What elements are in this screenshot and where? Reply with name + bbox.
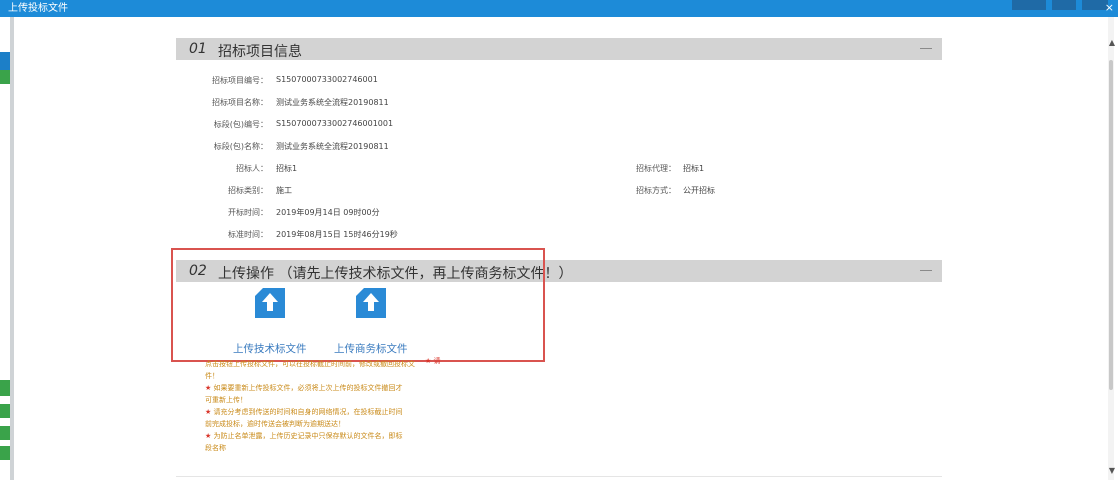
background-strip — [0, 404, 10, 418]
note-line: ★ 请充分考虑到传送的时间和自身的网络情况，在投标截止时间 — [205, 408, 403, 416]
collapse-icon[interactable] — [920, 48, 932, 49]
field-value-opening-time: 2019年09月14日 09时00分 — [276, 208, 380, 217]
field-label-tenderer: 招标人： — [236, 164, 268, 173]
window-title: 上传投标文件 — [8, 3, 68, 14]
note-line: ★ 如果要重新上传投标文件，必须将上次上传的投标文件撤回才 — [205, 384, 403, 392]
note-line: 件！ — [205, 372, 219, 380]
background-strip — [0, 446, 10, 460]
background-strip — [0, 426, 10, 440]
upload-arrow-icon[interactable] — [356, 288, 386, 318]
field-label-project-code: 招标项目编号： — [212, 76, 268, 85]
field-value-tenderer: 招标1 — [276, 164, 298, 173]
note-line: ★ 为防止名单泄露，上传历史记录中只保存默认的文件名，即标 — [205, 432, 403, 440]
scroll-up-icon[interactable]: ▲ — [1109, 38, 1115, 47]
field-label-agency: 招标代理： — [636, 164, 676, 173]
field-value-standard-time: 2019年08月15日 15时46分19秒 — [276, 230, 398, 239]
note-line: 前完成投标，逾时传送会被判断为逾期送达！ — [205, 420, 345, 428]
field-label-category: 招标类别： — [228, 186, 268, 195]
field-value-section-code: S1507000733002746001001 — [276, 119, 394, 128]
field-label-section-code: 标段(包)编号： — [213, 120, 268, 129]
field-label-opening-time: 开标时间： — [228, 208, 268, 217]
field-value-agency: 招标1 — [683, 164, 705, 173]
field-value-tender-method: 公开招标 — [683, 186, 715, 195]
section-title: 招标项目信息 — [218, 44, 302, 60]
section-header-project-info: 01 招标项目信息 — [176, 38, 942, 60]
background-strip — [0, 380, 10, 396]
background-strip — [0, 52, 10, 70]
scrollbar-thumb[interactable] — [1109, 60, 1113, 390]
section-number: 01 — [189, 41, 207, 57]
note-line: 段名称 — [205, 444, 226, 452]
field-label-tender-method: 招标方式： — [636, 186, 676, 195]
field-value-project-code: S1507000733002746001 — [276, 75, 378, 84]
scroll-down-icon[interactable]: ▼ — [1109, 466, 1115, 475]
divider — [176, 476, 942, 477]
upload-business-label[interactable]: 上传商务标文件 — [334, 341, 408, 356]
note-line: 点击按钮上传投标文件，可以在投标截止时间前，修改或撤回投标文 — [205, 360, 415, 368]
note-line: 可重新上传！ — [205, 396, 247, 404]
upload-arrow-icon[interactable] — [255, 288, 285, 318]
field-value-category: 施工 — [276, 186, 292, 195]
field-label-section-name: 标段(包)名称： — [213, 142, 268, 151]
collapse-icon[interactable] — [920, 270, 932, 271]
title-bar-control[interactable] — [1052, 0, 1076, 10]
background-strip — [0, 70, 10, 84]
field-label-project-name: 招标项目名称： — [212, 98, 268, 107]
close-icon[interactable]: × — [1105, 1, 1114, 14]
field-value-project-name: 测试业务系统全流程20190811 — [276, 98, 389, 107]
window-title-bar: 上传投标文件 × — [0, 0, 1118, 17]
upload-technical-label[interactable]: 上传技术标文件 — [233, 341, 307, 356]
title-bar-control[interactable] — [1012, 0, 1046, 10]
field-value-section-name: 测试业务系统全流程20190811 — [276, 142, 389, 151]
field-label-standard-time: 标准时间： — [228, 230, 268, 239]
upload-notes: 点击按钮上传投标文件，可以在投标截止时间前，修改或撤回投标文 件！ ★ 如果要重… — [205, 358, 455, 454]
left-border — [10, 17, 14, 480]
